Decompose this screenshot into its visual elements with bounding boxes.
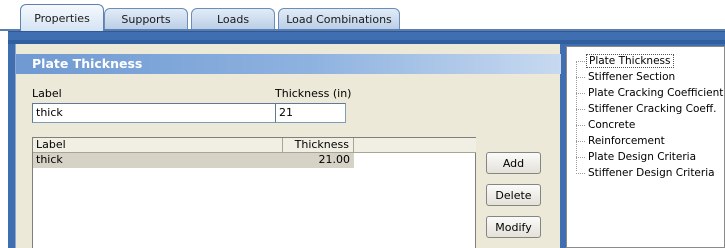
tree-item-label: Concrete <box>588 119 636 131</box>
tree-item-stiffener-design-criteria[interactable]: Stiffener Design Criteria <box>576 165 717 181</box>
tree-item-label: Plate Design Criteria <box>588 151 696 163</box>
tab-label: Supports <box>121 13 171 26</box>
row-thickness: 21.00 <box>318 153 351 166</box>
tree-item-label: Plate Cracking Coefficient <box>588 87 724 99</box>
tab-label: Load Combinations <box>286 13 392 26</box>
thickness-input-value: 21 <box>279 106 293 119</box>
tree-item-plate-design-criteria[interactable]: Plate Design Criteria <box>576 149 698 165</box>
column-header-text: Thickness <box>294 138 349 151</box>
delete-button-label: Delete <box>495 188 532 202</box>
delete-button[interactable]: Delete <box>486 184 541 206</box>
tree-item-label: Stiffener Design Criteria <box>588 167 715 179</box>
tree-branch <box>576 124 585 126</box>
tree-item-label: Plate Thickness <box>586 54 674 68</box>
row-label: thick <box>36 153 63 166</box>
tree-branch <box>576 76 585 78</box>
column-header-blank <box>354 138 476 153</box>
tree-item-label: Stiffener Cracking Coeff. <box>588 103 717 115</box>
tree-branch <box>576 172 585 174</box>
tree-item-stiffener-cracking-coeff[interactable]: Stiffener Cracking Coeff. <box>576 101 718 117</box>
modify-button[interactable]: Modify <box>486 216 541 238</box>
column-header-text: Label <box>36 138 66 151</box>
tree-item-label: Reinforcement <box>588 135 665 147</box>
label-input[interactable]: thick <box>32 103 278 123</box>
tree-item-concrete[interactable]: Concrete <box>576 117 637 133</box>
tab-loads[interactable]: Loads <box>191 8 275 30</box>
section-header: Plate Thickness <box>16 54 561 74</box>
table-row[interactable]: thick 21.00 <box>33 153 354 168</box>
tree-item-plate-cracking-coefficient[interactable]: Plate Cracking Coefficient <box>576 85 725 101</box>
tab-properties[interactable]: Properties <box>20 4 104 31</box>
column-header-thickness[interactable]: Thickness <box>283 138 354 153</box>
thickness-table[interactable]: Label Thickness thick 21.00 <box>32 137 476 248</box>
tab-label: Properties <box>34 11 90 25</box>
navigation-tree: Plate Thickness Stiffener Section Plate … <box>566 46 725 248</box>
tree-branch <box>576 92 585 94</box>
tab-label: Loads <box>216 13 250 26</box>
tree-branch <box>576 60 585 62</box>
tree-item-reinforcement[interactable]: Reinforcement <box>576 133 667 149</box>
label-caption: Label <box>32 87 62 100</box>
tab-load-combinations[interactable]: Load Combinations <box>278 8 400 30</box>
thickness-input[interactable]: 21 <box>275 103 346 123</box>
tree-item-label: Stiffener Section <box>588 71 676 83</box>
label-input-value: thick <box>36 106 63 119</box>
tree-item-stiffener-section[interactable]: Stiffener Section <box>576 69 677 85</box>
column-header-label[interactable]: Label <box>33 138 283 153</box>
modify-button-label: Modify <box>495 220 532 234</box>
add-button-label: Add <box>502 156 525 170</box>
tree-item-plate-thickness[interactable]: Plate Thickness <box>576 53 674 69</box>
tree-branch <box>576 108 585 110</box>
add-button[interactable]: Add <box>486 152 541 174</box>
tab-strip: Properties Supports Loads Load Combinati… <box>0 0 725 31</box>
tree-branch <box>576 156 585 158</box>
tree-branch <box>576 140 585 142</box>
thickness-caption: Thickness (in) <box>275 87 352 100</box>
properties-panel: Plate Thickness Label thick Thickness (i… <box>15 44 561 248</box>
tab-supports[interactable]: Supports <box>104 8 188 30</box>
